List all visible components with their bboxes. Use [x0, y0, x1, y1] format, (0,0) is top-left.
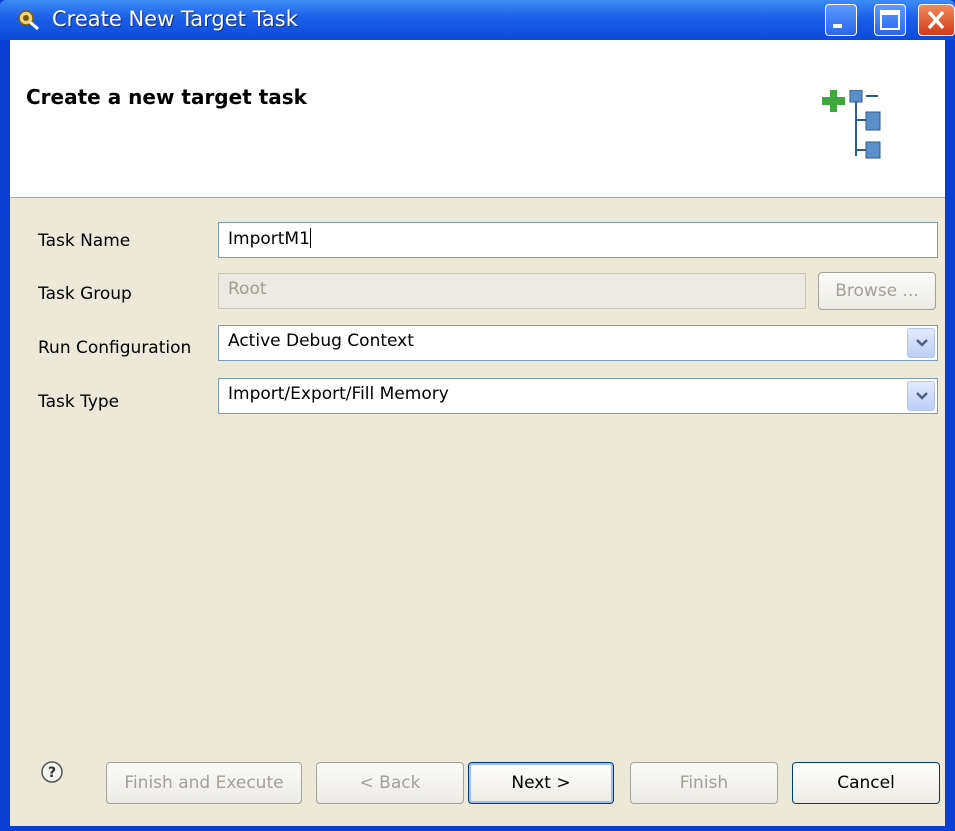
- back-button: < Back: [316, 762, 464, 804]
- task-group-label: Task Group: [38, 284, 132, 304]
- help-icon[interactable]: ?: [40, 760, 64, 784]
- close-icon: [927, 10, 945, 30]
- next-button[interactable]: Next >: [468, 762, 614, 804]
- task-name-input[interactable]: ImportM1: [218, 222, 938, 258]
- minimize-icon: [833, 24, 842, 28]
- run-configuration-select[interactable]: Active Debug Context: [218, 325, 938, 361]
- wizard-banner: Create a new target task: [10, 40, 945, 198]
- task-group-value: Root: [228, 279, 267, 299]
- finish-button: Finish: [630, 762, 778, 804]
- run-configuration-label: Run Configuration: [38, 338, 192, 358]
- task-type-select[interactable]: Import/Export/Fill Memory: [218, 378, 938, 414]
- dialog-client-area: Create a new target task Task Name Impor…: [10, 40, 945, 826]
- task-type-value: Import/Export/Fill Memory: [228, 384, 449, 404]
- title-bar[interactable]: Create New Target Task: [0, 0, 955, 40]
- svg-text:?: ?: [48, 765, 56, 781]
- app-icon: [18, 10, 39, 31]
- chevron-down-icon: [916, 392, 928, 400]
- run-configuration-value: Active Debug Context: [228, 331, 414, 351]
- browse-button: Browse ...: [818, 272, 936, 310]
- close-button[interactable]: [918, 4, 955, 36]
- maximize-icon: [880, 10, 900, 30]
- wizard-heading: Create a new target task: [26, 85, 307, 109]
- minimize-button[interactable]: [825, 4, 857, 36]
- cancel-button[interactable]: Cancel: [792, 762, 940, 804]
- task-name-value: ImportM1: [228, 229, 310, 249]
- add-task-tree-icon: [822, 90, 881, 159]
- chevron-down-icon: [916, 339, 928, 347]
- task-name-label: Task Name: [38, 231, 131, 251]
- task-group-input: Root: [218, 273, 806, 309]
- task-type-label: Task Type: [38, 392, 120, 412]
- run-configuration-dropdown-button[interactable]: [907, 328, 935, 358]
- maximize-button[interactable]: [874, 4, 906, 36]
- dialog-window: Create New Target Task Create a new targ…: [0, 0, 955, 831]
- task-type-dropdown-button[interactable]: [907, 381, 935, 411]
- finish-and-execute-button: Finish and Execute: [106, 762, 302, 804]
- text-caret: [309, 228, 311, 248]
- window-title: Create New Target Task: [52, 7, 298, 31]
